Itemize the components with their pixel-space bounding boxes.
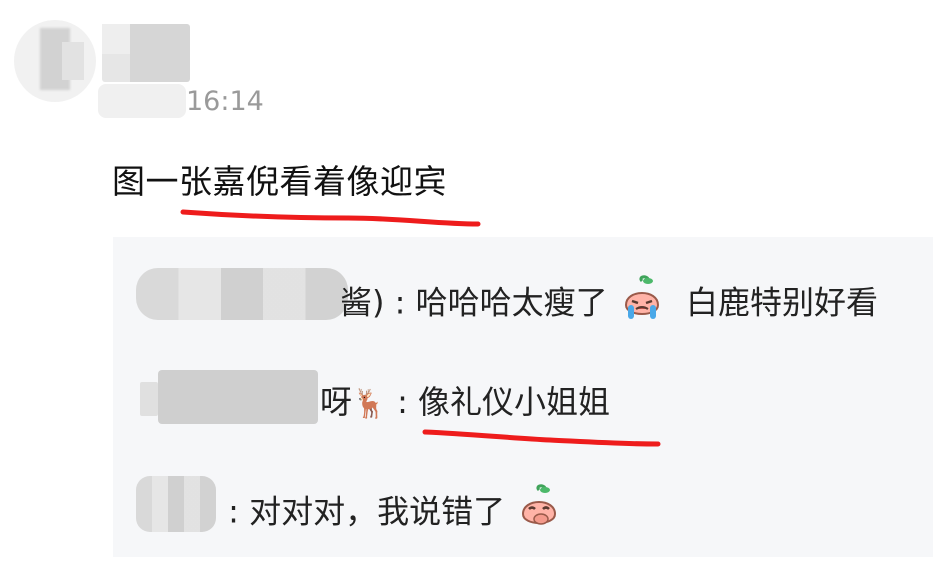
comment-text: 哈哈哈太瘦了 (415, 283, 608, 322)
post-time: 16:14 (186, 86, 264, 117)
underline-annotation-1 (180, 209, 481, 227)
comment-text-2: 白鹿特别好看 (685, 283, 878, 322)
comment-text: 对对对，我说错了 (249, 492, 506, 531)
commenter-name-tail[interactable]: 酱) (340, 284, 385, 322)
underline-annotation-2 (422, 429, 661, 447)
covering-mouth-face-icon (515, 484, 563, 543)
comment-text: 像礼仪小姐姐 (418, 383, 611, 421)
commenter-name-tail[interactable]: 呀 (320, 383, 352, 421)
comment-2: 呀🦌 : 像礼仪小姐姐 (140, 380, 610, 426)
username-redacted-part (102, 24, 130, 54)
post-text: 图一张嘉倪看着像迎宾 (112, 162, 447, 201)
comment-3: : 对对对，我说错了 (140, 484, 563, 543)
date-redacted (98, 84, 186, 118)
separator: : (218, 492, 250, 531)
comment-1: 酱) : 哈哈哈太瘦了 白鹿特别好看 (140, 275, 878, 334)
separator: : (384, 283, 416, 322)
avatar[interactable] (14, 20, 96, 102)
separator: : (386, 383, 419, 421)
deer-icon: 🦌 (352, 387, 387, 420)
crying-face-icon (618, 275, 666, 334)
